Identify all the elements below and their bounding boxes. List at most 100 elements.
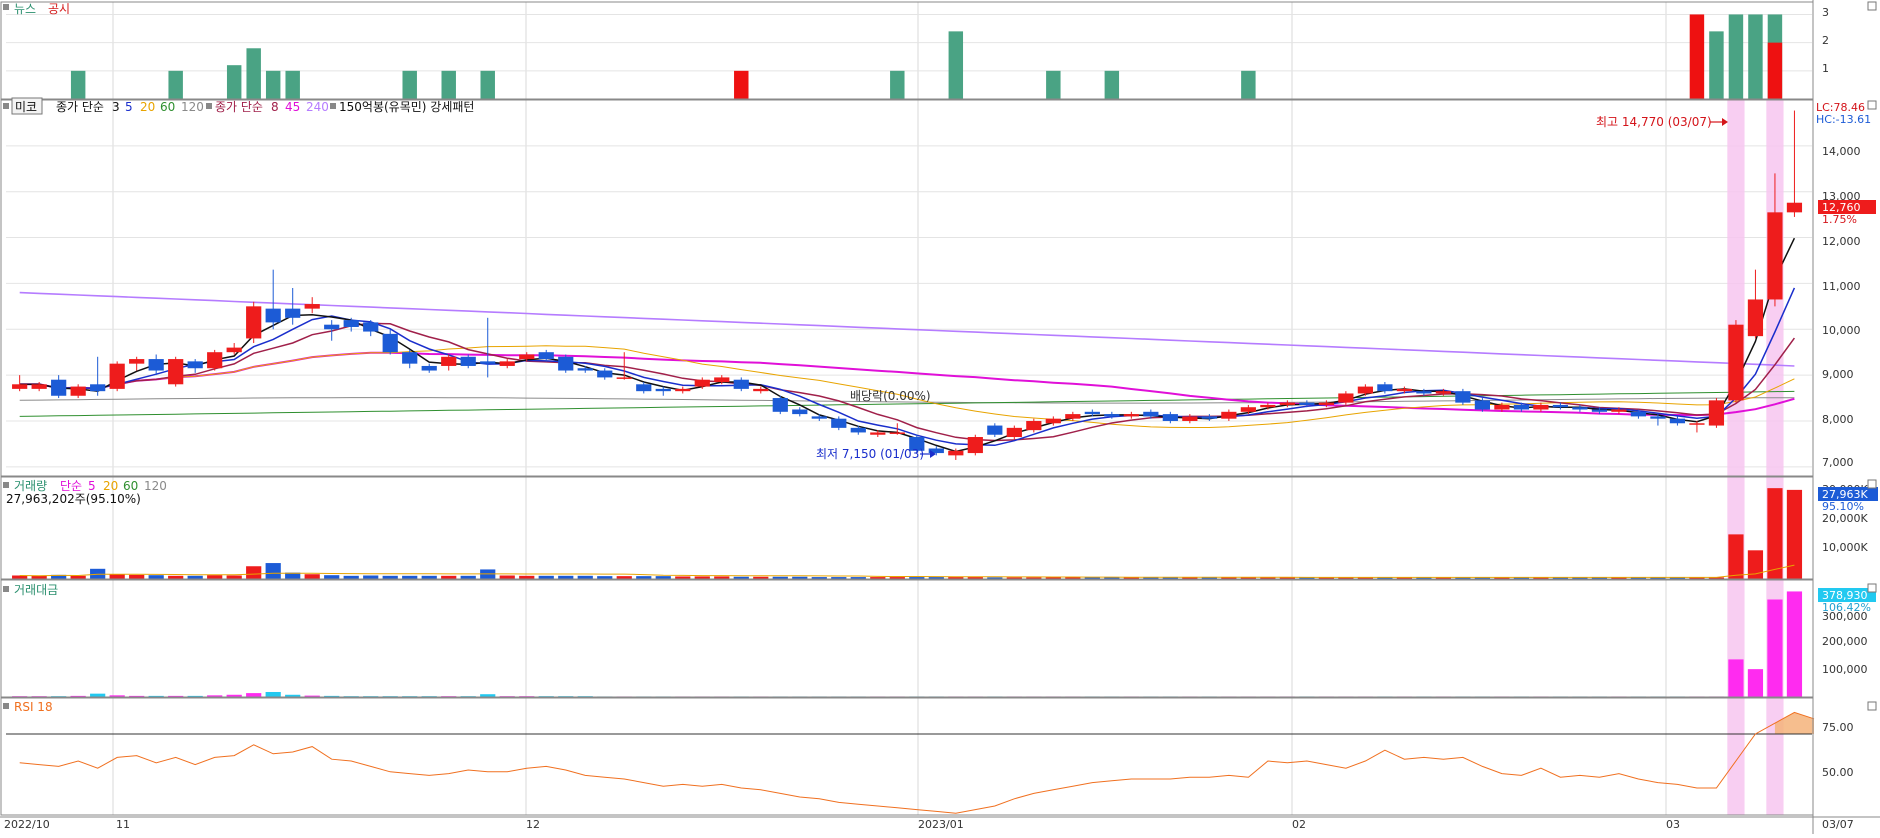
price-tick: 9,000 bbox=[1822, 368, 1854, 381]
news-bar bbox=[168, 70, 183, 99]
x-tick: 2023/01 bbox=[918, 818, 964, 831]
candle bbox=[1143, 411, 1159, 417]
candle bbox=[1650, 416, 1666, 419]
candle bbox=[1123, 414, 1139, 417]
volume-bar bbox=[129, 574, 145, 579]
price-legend[interactable]: 미코 종가 단순 3 5 20 60 120 종가 단순 8 45 240 15… bbox=[3, 97, 474, 115]
candle bbox=[1767, 212, 1783, 300]
high-annotation-text: 최고 14,770 (03/07) bbox=[1596, 115, 1712, 129]
candle bbox=[148, 359, 164, 371]
volume-ma120-legend[interactable]: 120 bbox=[144, 479, 167, 493]
news-bar bbox=[1728, 14, 1744, 100]
collapse-icon[interactable] bbox=[1867, 701, 1877, 711]
disclosure-bar bbox=[1689, 14, 1705, 100]
news-legend-item[interactable]: 뉴스 bbox=[14, 2, 36, 16]
news-bar bbox=[1104, 70, 1120, 99]
candle bbox=[870, 432, 886, 435]
stock-chart[interactable]: 3 2 1 14,000 13,000 12,000 11,000 10,000… bbox=[0, 0, 1880, 834]
news-bar bbox=[70, 70, 86, 99]
high-annotation: 최고 14,770 (03/07) bbox=[1596, 115, 1728, 129]
candle bbox=[1728, 324, 1744, 401]
volume-bar bbox=[148, 575, 164, 579]
candle bbox=[480, 361, 496, 364]
candle bbox=[1260, 404, 1276, 408]
candle bbox=[714, 377, 730, 382]
volume-ma5-legend[interactable]: 5 bbox=[88, 479, 96, 493]
price-tick: 8,000 bbox=[1822, 413, 1854, 426]
ma240-legend[interactable]: 240 bbox=[306, 100, 329, 114]
candle bbox=[1572, 407, 1588, 410]
legend-marker bbox=[3, 482, 9, 488]
amount-bar bbox=[1747, 669, 1764, 697]
ma45-legend[interactable]: 45 bbox=[285, 100, 300, 114]
candle bbox=[1221, 411, 1237, 419]
candle bbox=[31, 384, 47, 389]
candle bbox=[1494, 404, 1510, 410]
pattern-legend[interactable]: 150억봉(유목민) 강세패턴 bbox=[339, 100, 474, 114]
news-bar bbox=[948, 31, 964, 100]
news-bar bbox=[1709, 31, 1724, 100]
x-tick: 02 bbox=[1292, 818, 1306, 831]
candle bbox=[1377, 384, 1393, 392]
candle bbox=[1182, 416, 1198, 421]
volume-bar bbox=[226, 575, 242, 579]
candle bbox=[1240, 407, 1256, 412]
legend-marker bbox=[206, 103, 212, 109]
candle bbox=[1201, 416, 1217, 419]
disclosure-legend-item[interactable]: 공시 bbox=[48, 2, 70, 16]
candle bbox=[1786, 202, 1803, 213]
ma5-legend[interactable]: 5 bbox=[125, 100, 133, 114]
collapse-icon[interactable] bbox=[1867, 100, 1877, 110]
news-bar bbox=[265, 70, 281, 99]
price-tick: 12,000 bbox=[1822, 235, 1861, 248]
candle bbox=[616, 377, 632, 379]
news-tick: 3 bbox=[1822, 6, 1829, 19]
candle bbox=[1689, 423, 1705, 425]
volume-legend-label: 거래량 bbox=[14, 479, 47, 493]
candle bbox=[538, 352, 554, 360]
amount-bar bbox=[1767, 599, 1783, 697]
candle bbox=[1669, 418, 1686, 424]
news-axis: 3 2 1 bbox=[1822, 6, 1829, 75]
ma20-legend[interactable]: 20 bbox=[140, 100, 155, 114]
news-bar bbox=[480, 70, 495, 99]
candle bbox=[1279, 402, 1295, 405]
collapse-icon[interactable] bbox=[1867, 1, 1877, 11]
candle bbox=[1708, 400, 1725, 426]
candle bbox=[421, 365, 437, 371]
candle bbox=[1455, 391, 1471, 403]
x-tick: 2022/10 bbox=[4, 818, 50, 831]
collapse-icon[interactable] bbox=[1867, 479, 1877, 489]
candle bbox=[694, 379, 710, 387]
collapse-icon[interactable] bbox=[1867, 583, 1877, 593]
candle bbox=[363, 322, 379, 332]
candle bbox=[987, 425, 1003, 435]
stock-name[interactable]: 미코 bbox=[15, 100, 37, 114]
candle bbox=[1552, 404, 1569, 408]
candle bbox=[1104, 414, 1120, 417]
disclosure-bar bbox=[1767, 42, 1783, 99]
candle bbox=[1533, 404, 1549, 410]
volume-ma-label: 단순 bbox=[60, 479, 82, 493]
x-tick: 03/07 bbox=[1822, 818, 1854, 831]
volume-ma20-legend[interactable]: 20 bbox=[103, 479, 118, 493]
candle bbox=[967, 437, 983, 454]
ma8-legend[interactable]: 8 bbox=[271, 100, 279, 114]
volume-bar bbox=[304, 574, 320, 579]
ma3-legend[interactable]: 3 bbox=[112, 100, 120, 114]
candle bbox=[90, 384, 106, 392]
ma120-legend[interactable]: 120 bbox=[181, 100, 204, 114]
volume-badge-pct: 95.10% bbox=[1822, 500, 1864, 513]
volume-ma60-legend[interactable]: 60 bbox=[123, 479, 138, 493]
candle bbox=[1416, 391, 1432, 394]
candle bbox=[285, 308, 301, 318]
candle bbox=[655, 388, 671, 392]
volume-tick: 20,000K bbox=[1822, 512, 1868, 525]
rsi-legend-label: RSI 18 bbox=[14, 700, 53, 714]
ma60-legend[interactable]: 60 bbox=[160, 100, 175, 114]
news-tick: 2 bbox=[1822, 34, 1829, 47]
legend-marker bbox=[3, 586, 9, 592]
candle bbox=[1065, 414, 1081, 419]
volume-bar bbox=[109, 574, 125, 579]
candle bbox=[1006, 427, 1022, 438]
